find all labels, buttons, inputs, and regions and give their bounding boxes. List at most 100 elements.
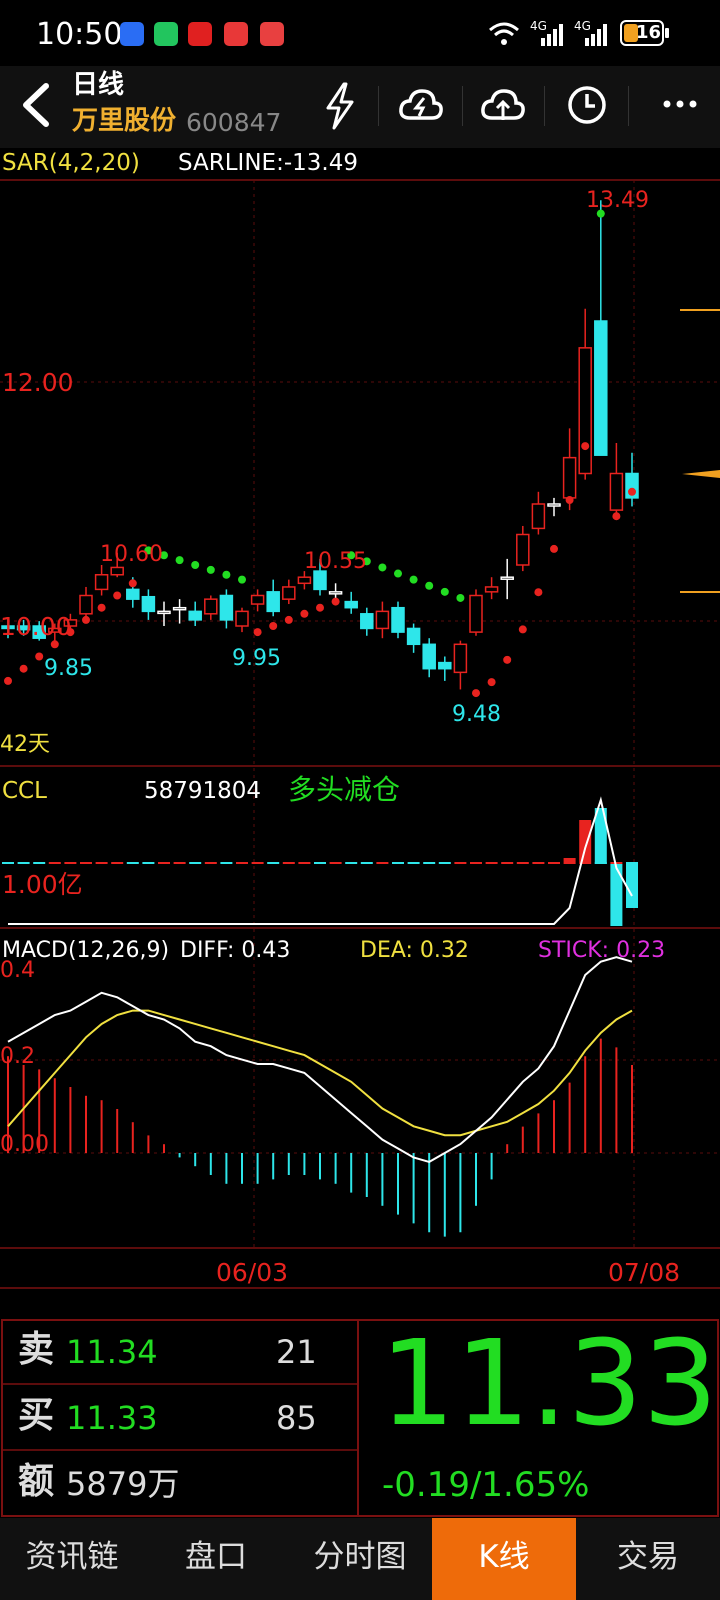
candle-body: [126, 588, 140, 600]
date-label-2: 07/08: [608, 1258, 681, 1287]
low-label-9-95: 9.95: [232, 646, 281, 671]
sar-dot: [331, 597, 340, 606]
back-icon[interactable]: [16, 80, 56, 130]
candle-body: [578, 347, 592, 475]
ccl-value: 58791804: [144, 778, 262, 804]
divider: [628, 86, 629, 126]
ccl-bar: [204, 862, 217, 864]
candle-body: [172, 606, 187, 611]
ccl-bar: [548, 862, 560, 864]
ccl-bar: [48, 862, 61, 864]
candle-body: [266, 591, 280, 613]
tab-news[interactable]: 资讯链: [0, 1518, 144, 1600]
sar-dot: [378, 563, 387, 572]
ccl-bar: [626, 864, 638, 908]
sar-value: SARLINE:-13.49: [178, 150, 358, 176]
sar-dot: [612, 512, 621, 521]
ccl-bar: [189, 862, 202, 864]
ccl-bar: [282, 862, 295, 864]
ccl-bar: [314, 862, 326, 864]
ccl-bar: [376, 862, 389, 864]
sar-dot: [97, 603, 106, 612]
divider: [462, 86, 463, 126]
ccl-bar: [532, 862, 545, 864]
clock-icon[interactable]: [566, 84, 608, 126]
period-title: 日线: [72, 70, 125, 100]
candle-body: [594, 320, 608, 456]
tab-trade[interactable]: 交易: [576, 1518, 720, 1600]
cloud-upload-icon[interactable]: [480, 86, 526, 126]
ccl-bar: [438, 862, 451, 864]
candle-body: [282, 586, 296, 600]
divider: [378, 86, 379, 126]
battery-tip: [665, 28, 669, 38]
candle-body: [391, 606, 405, 633]
ccl-bar: [360, 862, 373, 864]
ccl-bar: [33, 862, 46, 864]
sar-dot: [550, 544, 558, 553]
more-icon[interactable]: [662, 98, 698, 110]
ccl-bar: [454, 862, 467, 864]
candle-body: [360, 613, 374, 630]
app-icon-4: [224, 22, 248, 46]
ccl-bar: [2, 862, 14, 864]
sar-dot: [82, 615, 90, 624]
ccl-bar: [345, 862, 358, 864]
ccl-bar: [251, 862, 264, 864]
stock-code: 600847: [186, 108, 282, 137]
ccl-bar: [610, 864, 623, 926]
ccl-bar: [236, 862, 248, 864]
bottom-tab-bar: 资讯链 盘口 分时图 K线 交易: [0, 1518, 720, 1600]
status-time: 10:50: [36, 17, 123, 52]
ccl-title: CCL: [2, 778, 47, 804]
kline-chart[interactable]: SAR(4,2,20) SARLINE:-13.49 12.00 10.00 1…: [0, 148, 720, 1318]
ccl-signal: 多头减仓: [288, 773, 401, 806]
candle-body: [94, 574, 109, 591]
app-icon-1: [120, 22, 144, 46]
candle-body: [547, 503, 561, 507]
candle-body: [422, 643, 436, 670]
candle-body: [562, 456, 577, 499]
sar-dot: [35, 652, 44, 661]
candle-body: [438, 661, 452, 670]
ccl-bar: [329, 862, 342, 864]
ccl-bar: [407, 862, 420, 864]
candle-body: [453, 643, 468, 674]
ccl-bar: [579, 820, 592, 864]
header-bar: 日线 万里股份 600847: [0, 66, 720, 148]
tab-orderbook[interactable]: 盘口: [144, 1518, 288, 1600]
ccl-bar: [17, 862, 30, 864]
sar-dot: [4, 676, 12, 685]
sar-dot: [456, 593, 465, 602]
candle-body: [516, 533, 530, 566]
ccl-bar: [267, 862, 280, 864]
days-label: 42天: [0, 732, 50, 757]
ccl-bar: [516, 862, 529, 864]
candle-body: [235, 610, 249, 627]
high-label-10-55: 10.55: [304, 549, 367, 574]
ccl-bar: [470, 862, 482, 864]
sell-label: 卖: [18, 1329, 55, 1370]
low-label-9-48: 9.48: [452, 702, 501, 727]
sar-dot: [175, 556, 184, 565]
battery-level: 16: [636, 22, 662, 43]
ccl-bar: [95, 862, 108, 864]
candlestick-series: [1, 200, 639, 1237]
lightning-icon[interactable]: [322, 82, 358, 130]
sar-dot: [518, 625, 527, 634]
buy-label: 买: [18, 1395, 55, 1436]
sar-dot: [316, 603, 324, 612]
buy-volume: 85: [276, 1399, 317, 1437]
candle-body: [406, 627, 421, 646]
signal-icon-2: [585, 24, 607, 46]
macd-stick: STICK: 0.23: [538, 938, 666, 963]
sar-dot: [628, 487, 636, 496]
ccl-bar: [501, 862, 514, 864]
ccl-bar: [111, 862, 124, 864]
tab-kline[interactable]: K线: [432, 1518, 576, 1600]
sar-title: SAR(4,2,20): [2, 150, 140, 176]
high-label-10-60: 10.60: [100, 542, 163, 567]
cloud-sync-icon[interactable]: [398, 86, 444, 126]
tab-intraday[interactable]: 分时图: [288, 1518, 432, 1600]
ccl-bar: [126, 862, 139, 864]
